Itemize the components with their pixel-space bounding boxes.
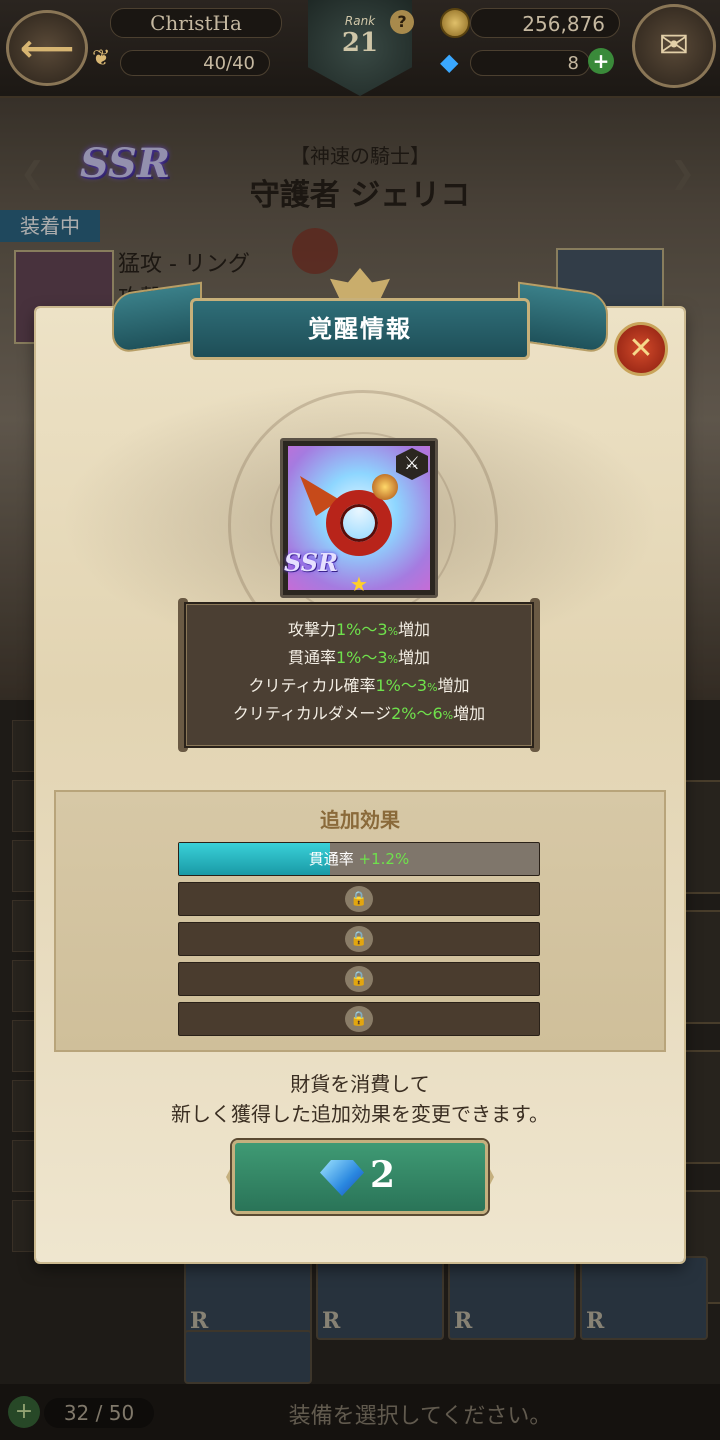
gold-amount: 256,876 [470, 8, 620, 38]
add-gems-button[interactable]: + [588, 48, 614, 74]
stat-name: クリティカルダメージ [232, 704, 392, 723]
stat-percent: % [387, 625, 399, 638]
stat-percent: % [387, 653, 399, 666]
close-icon: ✕ [628, 331, 654, 366]
stat-percent: % [442, 709, 454, 722]
effect-slot-locked: 🔒 [178, 922, 540, 956]
stat-suffix: 増加 [398, 648, 431, 667]
banner-ribbon-right [518, 281, 608, 355]
top-status-bar: ⟵ ChristHa ❦ 40/40 Rank 21 ? 256,876 ◆ 8… [0, 0, 720, 98]
ring-gem-icon [372, 474, 398, 500]
effect-slot-1: 貫通率 +1.2% [178, 842, 540, 876]
stat-line: 貫通率1%～3%増加 [184, 644, 534, 672]
reroll-cost: 2 [370, 1154, 396, 1196]
stat-range: 2%～6 [391, 704, 443, 723]
stat-percent: % [427, 681, 438, 694]
stamina-wing-icon: ❦ [92, 46, 111, 71]
stat-suffix: 増加 [437, 676, 470, 695]
gold-coin-icon [440, 8, 470, 38]
diamond-gem-icon: ◆ [440, 48, 459, 76]
help-icon[interactable]: ? [390, 10, 414, 34]
effect-name: 貫通率 [308, 850, 354, 868]
reroll-effect-button[interactable] [232, 1140, 488, 1214]
stat-range: 1%～3 [375, 676, 428, 695]
stat-range: 1%～3 [335, 620, 388, 639]
banner-ribbon-left [112, 281, 202, 355]
lock-icon: 🔒 [345, 966, 373, 992]
effect-slot-locked: 🔒 [178, 1002, 540, 1036]
stat-line: クリティカルダメージ2%～6%増加 [184, 700, 534, 728]
stat-range: 1%～3 [335, 648, 388, 667]
back-arrow-icon: ⟵ [19, 26, 75, 70]
lock-icon: 🔒 [345, 1006, 373, 1032]
additional-effects-title: 追加効果 [320, 808, 400, 832]
description-line-2: 新しく獲得した追加効果を変更できます。 [171, 1102, 549, 1126]
stat-line: 攻撃力1%～3%増加 [184, 616, 534, 644]
stat-name: 攻撃力 [287, 620, 336, 639]
effect-value: +1.2% [358, 850, 410, 868]
dialog-title: 覚醒情報 [190, 298, 530, 360]
stat-suffix: 増加 [398, 620, 431, 639]
stamina-value: 40/40 [120, 50, 270, 76]
mail-button[interactable]: ✉ [632, 4, 716, 88]
item-rarity-badge: SSR [284, 548, 339, 577]
stat-name: 貫通率 [287, 648, 336, 667]
effect-slot-locked: 🔒 [178, 962, 540, 996]
ring-item-icon [326, 490, 392, 556]
player-name: ChristHa [110, 8, 282, 38]
back-button[interactable]: ⟵ [6, 10, 88, 86]
lock-icon: 🔒 [345, 886, 373, 912]
stat-line: クリティカル確率1%～3%増加 [184, 672, 534, 700]
stat-name: クリティカル確率 [248, 676, 376, 695]
stat-suffix: 増加 [453, 704, 486, 723]
description-line-1: 財貨を消費して [290, 1072, 430, 1096]
effect-slot-text: 貫通率 +1.2% [179, 843, 539, 875]
lock-icon: 🔒 [345, 926, 373, 952]
star-icon: ★ [350, 572, 368, 596]
effect-slot-locked: 🔒 [178, 882, 540, 916]
gem-amount: 8 [470, 50, 590, 76]
envelope-icon: ✉ [658, 25, 690, 66]
close-button[interactable]: ✕ [614, 322, 668, 376]
